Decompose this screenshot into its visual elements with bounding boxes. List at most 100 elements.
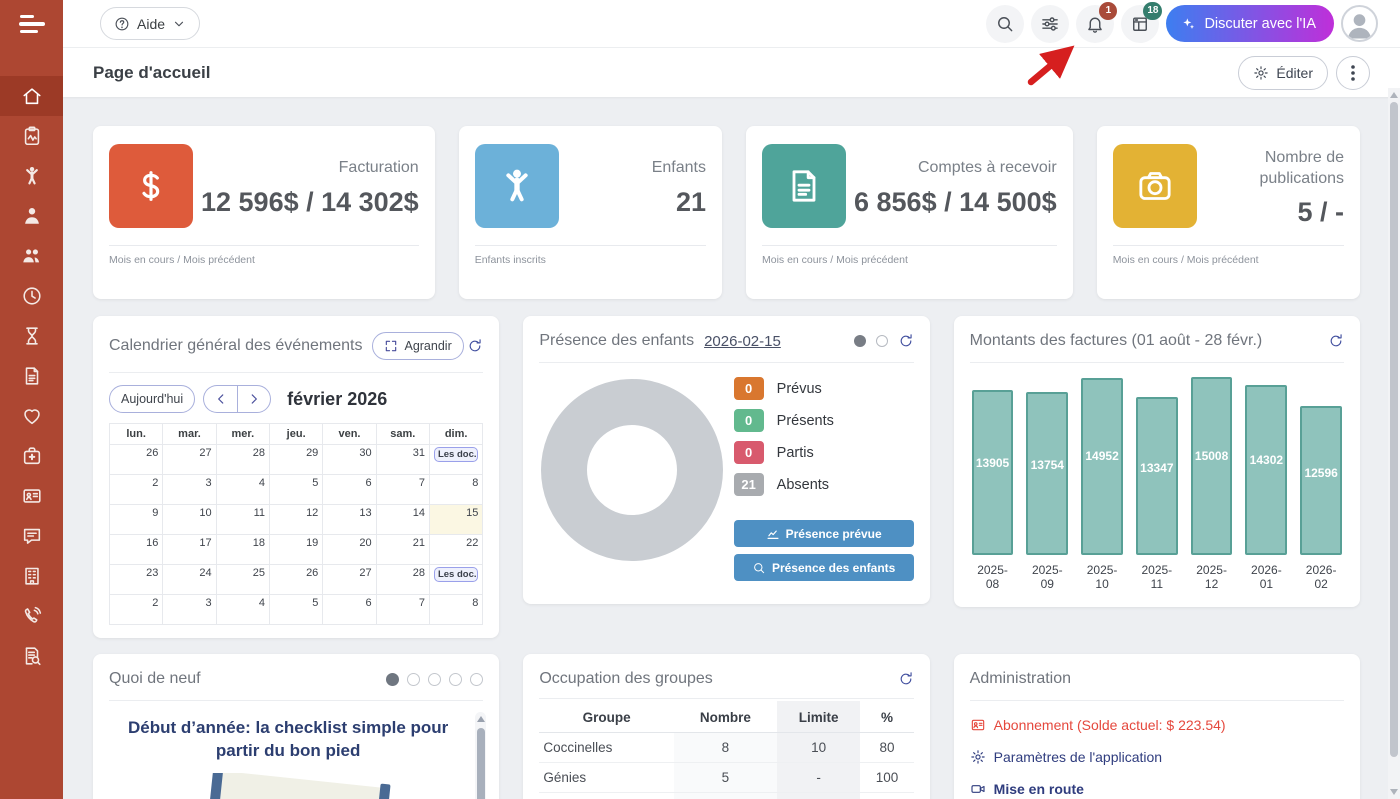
calendar-day-cell[interactable]: 2 — [110, 475, 163, 505]
group-name-link[interactable]: Coccinelles — [539, 733, 674, 763]
news-dot-1[interactable] — [407, 673, 420, 686]
presence-action-button[interactable]: Présence prévue — [734, 520, 914, 547]
sidebar-item-home[interactable] — [0, 76, 63, 116]
calendar-day-cell[interactable]: 7 — [376, 595, 429, 625]
calendar-day-cell[interactable]: 5 — [269, 595, 322, 625]
calendar-day-cell[interactable]: 10 — [163, 505, 216, 535]
admin-link[interactable]: Abonnement (Solde actuel: $ 223.54) — [970, 717, 1344, 733]
presence-toggle-dot-filled[interactable] — [854, 335, 866, 347]
calendar-day-cell[interactable]: 17 — [163, 535, 216, 565]
calendar-day-cell[interactable]: 12 — [269, 505, 322, 535]
calendar-day-cell[interactable]: 6 — [323, 475, 376, 505]
sidebar-item-waiting-list[interactable] — [0, 316, 63, 356]
avatar[interactable] — [1341, 5, 1378, 42]
calendar-day-cell[interactable]: 8 — [429, 475, 482, 505]
sidebar-item-health[interactable] — [0, 396, 63, 436]
calendar-day-cell[interactable]: 23 — [110, 565, 163, 595]
calendar-day-cell[interactable]: 8 — [429, 595, 482, 625]
presence-date-link[interactable]: 2026-02-15 — [704, 333, 781, 350]
calendar-day-cell[interactable]: 3 — [163, 475, 216, 505]
enlarge-button[interactable]: Agrandir — [372, 332, 463, 360]
page-scrollbar-thumb[interactable] — [1390, 102, 1398, 757]
bar-2025-09[interactable]: 13754 — [1026, 392, 1068, 555]
calendar-day-cell[interactable]: 15 — [429, 505, 482, 535]
menu-toggle-button[interactable] — [0, 0, 63, 48]
sidebar-item-establishment[interactable] — [0, 556, 63, 596]
sidebar-item-calls[interactable] — [0, 596, 63, 636]
search-button[interactable] — [986, 5, 1024, 43]
calendar-event-chip[interactable]: Les doc... — [434, 447, 478, 462]
bar-2025-10[interactable]: 14952 — [1081, 378, 1123, 555]
group-name-link[interactable]: Papillons — [539, 793, 674, 799]
chart-refresh-button[interactable] — [1328, 333, 1344, 349]
calendar-day-cell[interactable]: 6 — [323, 595, 376, 625]
calendar-day-cell[interactable]: 16 — [110, 535, 163, 565]
bar-2025-11[interactable]: 13347 — [1136, 397, 1178, 555]
settings-sliders-button[interactable] — [1031, 5, 1069, 43]
calendar-day-cell[interactable]: 20 — [323, 535, 376, 565]
bar-2026-02[interactable]: 12596 — [1300, 406, 1342, 555]
sidebar-item-children[interactable] — [0, 156, 63, 196]
calendar-day-cell[interactable]: 3 — [163, 595, 216, 625]
calendar-day-cell[interactable]: Les doc... — [429, 565, 482, 595]
calendar-day-cell[interactable]: 30 — [323, 445, 376, 475]
calendar-button[interactable]: 18 — [1121, 5, 1159, 43]
calendar-event-chip[interactable]: Les doc... — [434, 567, 478, 582]
bar-2025-12[interactable]: 15008 — [1191, 377, 1233, 555]
calendar-day-cell[interactable]: 13 — [323, 505, 376, 535]
calendar-day-cell[interactable]: 28 — [376, 565, 429, 595]
news-dot-2[interactable] — [428, 673, 441, 686]
calendar-day-cell[interactable]: 21 — [376, 535, 429, 565]
calendar-refresh-button[interactable] — [467, 338, 483, 354]
sidebar-item-messages[interactable] — [0, 516, 63, 556]
sidebar-item-medical[interactable] — [0, 436, 63, 476]
presence-refresh-button[interactable] — [898, 333, 914, 349]
calendar-day-cell[interactable]: 14 — [376, 505, 429, 535]
calendar-day-cell[interactable]: 24 — [163, 565, 216, 595]
sidebar-item-reports[interactable] — [0, 636, 63, 676]
news-dot-0[interactable] — [386, 673, 399, 686]
calendar-day-cell[interactable]: 5 — [269, 475, 322, 505]
calendar-day-cell[interactable]: 26 — [269, 565, 322, 595]
calendar-day-cell[interactable]: 22 — [429, 535, 482, 565]
group-name-link[interactable]: Génies — [539, 763, 674, 793]
calendar-day-cell[interactable]: Les doc... — [429, 445, 482, 475]
calendar-day-cell[interactable]: 19 — [269, 535, 322, 565]
calendar-day-cell[interactable]: 29 — [269, 445, 322, 475]
presence-action-button[interactable]: Présence des enfants — [734, 554, 914, 581]
chat-ai-button[interactable]: Discuter avec l'IA — [1166, 5, 1334, 42]
calendar-day-cell[interactable]: 2 — [110, 595, 163, 625]
calendar-day-cell[interactable]: 28 — [216, 445, 269, 475]
sidebar-item-schedule[interactable] — [0, 276, 63, 316]
calendar-day-cell[interactable]: 4 — [216, 595, 269, 625]
calendar-day-cell[interactable]: 4 — [216, 475, 269, 505]
calendar-day-cell[interactable]: 27 — [163, 445, 216, 475]
admin-link[interactable]: Paramètres de l'application — [970, 749, 1344, 765]
groups-refresh-button[interactable] — [898, 671, 914, 687]
next-month-button[interactable] — [237, 385, 271, 413]
more-options-button[interactable] — [1336, 56, 1370, 90]
calendar-day-cell[interactable]: 26 — [110, 445, 163, 475]
calendar-day-cell[interactable]: 11 — [216, 505, 269, 535]
admin-link[interactable]: Mise en route — [970, 781, 1344, 797]
calendar-day-cell[interactable]: 7 — [376, 475, 429, 505]
prev-month-button[interactable] — [203, 385, 237, 413]
article-title[interactable]: Début d’année: la checklist simple pour … — [119, 717, 457, 763]
sidebar-item-contacts[interactable] — [0, 476, 63, 516]
calendar-day-cell[interactable]: 9 — [110, 505, 163, 535]
calendar-day-cell[interactable]: 31 — [376, 445, 429, 475]
sidebar-item-educators[interactable] — [0, 196, 63, 236]
news-scrollbar[interactable] — [475, 712, 486, 799]
calendar-day-cell[interactable]: 27 — [323, 565, 376, 595]
page-scrollbar[interactable] — [1388, 88, 1400, 799]
notifications-button[interactable]: 1 — [1076, 5, 1114, 43]
help-button[interactable]: Aide — [100, 7, 200, 40]
edit-button[interactable]: Éditer — [1238, 56, 1328, 90]
calendar-day-cell[interactable]: 18 — [216, 535, 269, 565]
today-button[interactable]: Aujourd'hui — [109, 385, 195, 413]
news-dot-3[interactable] — [449, 673, 462, 686]
sidebar-item-groups[interactable] — [0, 236, 63, 276]
calendar-day-cell[interactable]: 25 — [216, 565, 269, 595]
bar-2026-01[interactable]: 14302 — [1245, 385, 1287, 555]
presence-toggle-dot-empty[interactable] — [876, 335, 888, 347]
